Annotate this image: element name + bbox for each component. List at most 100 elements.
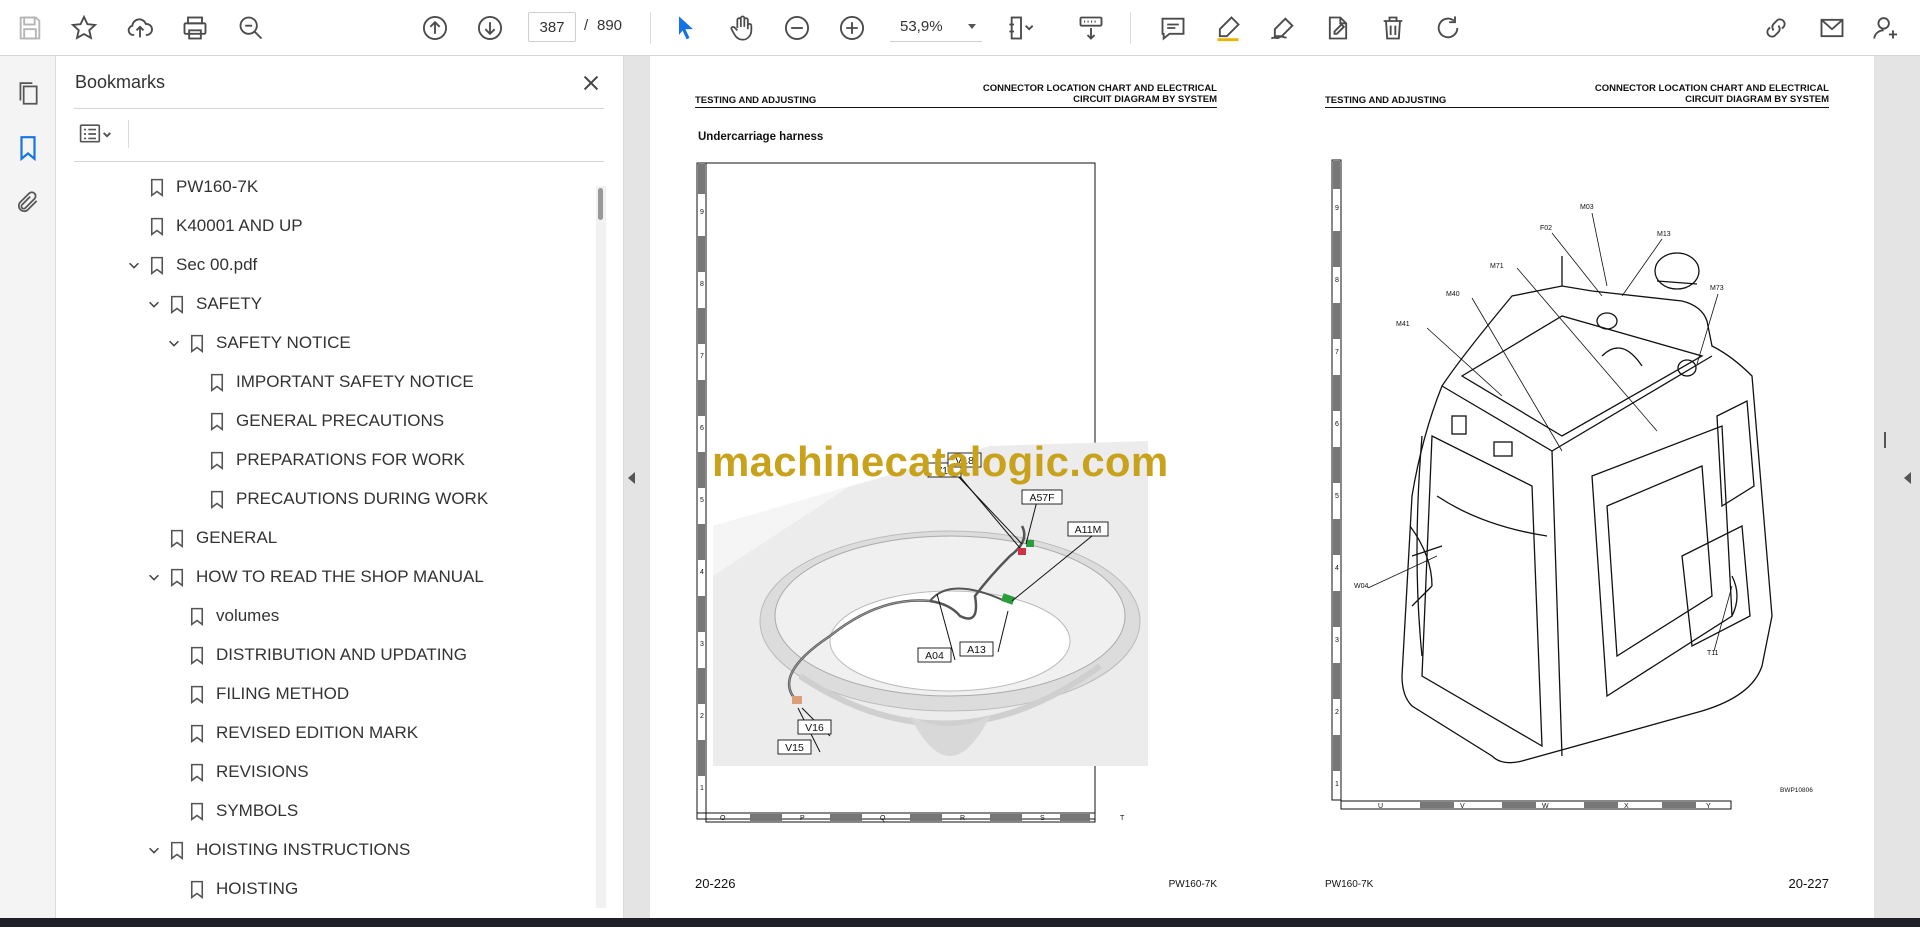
panel-divider <box>74 108 604 109</box>
bookmark-item[interactable]: DISTRIBUTION AND UPDATING <box>164 638 467 672</box>
star-icon[interactable] <box>66 10 102 46</box>
bookmark-icon <box>168 293 186 315</box>
bookmark-item[interactable]: REVISIONS <box>164 755 309 789</box>
bookmark-item[interactable]: GENERAL PRECAUTIONS <box>184 404 444 438</box>
bookmark-item[interactable]: volumes <box>164 599 279 633</box>
bookmark-icon <box>208 488 226 510</box>
bookmark-item[interactable]: Sec 00.pdf <box>124 248 257 282</box>
bookmark-item[interactable]: HOISTING INSTRUCTIONS <box>144 833 410 867</box>
bookmark-item[interactable]: GENERAL <box>144 521 277 555</box>
bookmark-item[interactable]: REVISED EDITION MARK <box>164 716 418 750</box>
bookmark-item[interactable]: HOISTING <box>164 872 298 906</box>
page-total: 890 <box>597 17 623 34</box>
select-cursor-icon[interactable] <box>668 10 704 46</box>
grid-column-label: X <box>1624 803 1629 810</box>
bookmark-item[interactable]: IMPORTANT SAFETY NOTICE <box>184 365 474 399</box>
bookmark-icon <box>188 605 206 627</box>
grid-row-label: 5 <box>1335 493 1339 500</box>
bookmark-item[interactable]: SYMBOLS <box>164 794 298 828</box>
bookmarks-panel: Bookmarks PW160-7K K40001 AND UP Sec 00.pd… <box>56 56 624 918</box>
bookmark-icon <box>168 839 186 861</box>
page-footer-number: 20-227 <box>1788 876 1829 891</box>
expand-right-panel-icon[interactable] <box>1904 472 1911 484</box>
pdf-page-left: TESTING AND ADJUSTING CONNECTOR LOCATION… <box>650 56 1262 918</box>
chevron-down-icon[interactable] <box>164 333 184 353</box>
bookmark-item[interactable]: FILING METHOD <box>164 677 349 711</box>
grid-row-label: 5 <box>700 497 704 504</box>
chevron-down-icon[interactable] <box>144 840 164 860</box>
bookmark-icon <box>188 878 206 900</box>
pdf-page-right: TESTING AND ADJUSTING CONNECTOR LOCATION… <box>1262 56 1874 918</box>
redo-rotate-icon[interactable] <box>1430 10 1466 46</box>
print-icon[interactable] <box>177 10 213 46</box>
add-user-icon[interactable] <box>1868 10 1904 46</box>
bookmark-icon <box>208 410 226 432</box>
chevron-down-icon[interactable] <box>144 294 164 314</box>
attachments-paperclip-icon[interactable] <box>10 184 46 220</box>
page-number-input[interactable] <box>528 12 576 42</box>
bookmark-item[interactable]: PW160-7K <box>124 170 258 204</box>
bookmark-item[interactable]: PREPARATIONS FOR WORK <box>184 443 465 477</box>
bookmark-item[interactable]: SAFETY <box>144 287 262 321</box>
grid-column-label: Q <box>880 815 886 822</box>
zoom-out-icon[interactable] <box>779 10 815 46</box>
share-link-icon[interactable] <box>1758 10 1794 46</box>
upload-cloud-icon[interactable] <box>122 10 158 46</box>
zoom-search-icon[interactable] <box>233 10 269 46</box>
toolbar-divider <box>650 12 651 44</box>
bookmark-label: SAFETY <box>196 294 263 313</box>
scroll-mode-icon[interactable] <box>1073 10 1109 46</box>
callout-label: A11M <box>1075 524 1102 536</box>
bookmark-label: K40001 AND UP <box>176 216 303 235</box>
callout-label: A57F <box>1029 492 1054 504</box>
chevron-down-icon[interactable] <box>144 567 164 587</box>
bookmark-item[interactable]: PRECAUTIONS DURING WORK <box>184 482 488 516</box>
bookmark-label: HOW TO READ THE SHOP MANUAL <box>196 567 484 586</box>
next-page-icon[interactable] <box>472 10 508 46</box>
slewing-ring-illustration <box>713 441 1148 766</box>
bookmark-scrollbar[interactable] <box>596 186 606 908</box>
page-footer-number: 20-226 <box>695 876 736 891</box>
grid-column-label: P <box>800 815 805 822</box>
page-separator: / <box>584 17 589 34</box>
collapse-panel-icon[interactable] <box>628 472 635 484</box>
scrollbar-thumb[interactable] <box>598 188 603 220</box>
page-thumbnails-icon[interactable] <box>10 76 46 112</box>
close-icon[interactable] <box>576 68 606 98</box>
grid-row-label: 8 <box>1335 277 1339 284</box>
zoom-in-icon[interactable] <box>834 10 870 46</box>
bookmark-item[interactable]: SAFETY NOTICE <box>164 326 351 360</box>
pdf-viewer-app: / 890 53,9% <box>0 0 1920 927</box>
bookmark-label: SAFETY NOTICE <box>216 333 351 352</box>
previous-page-icon[interactable] <box>417 10 453 46</box>
bookmark-label: HOISTING <box>216 879 299 898</box>
comment-icon[interactable] <box>1155 10 1191 46</box>
grid-row-label: 2 <box>1335 709 1339 716</box>
bookmark-item[interactable]: HOW TO READ THE SHOP MANUAL <box>144 560 484 594</box>
email-icon[interactable] <box>1814 10 1850 46</box>
chevron-down-icon[interactable] <box>124 255 144 275</box>
bookmark-item[interactable]: K40001 AND UP <box>124 209 303 243</box>
bookmark-icon <box>188 683 206 705</box>
highlight-pen-icon[interactable] <box>1210 10 1246 46</box>
bookmark-options-button[interactable] <box>74 118 118 150</box>
save-icon[interactable] <box>12 10 48 46</box>
grid-column-label: R <box>960 815 965 822</box>
hand-tool-icon[interactable] <box>724 10 760 46</box>
draw-signature-icon[interactable] <box>1265 10 1301 46</box>
bookmark-icon <box>188 761 206 783</box>
grid-column-label: T <box>1120 815 1125 822</box>
grid-row-label: 3 <box>1335 637 1339 644</box>
callout-label: V15 <box>785 742 804 754</box>
page-fit-icon[interactable] <box>1003 10 1039 46</box>
bookmarks-icon[interactable] <box>10 130 46 166</box>
zoom-dropdown[interactable]: 53,9% <box>890 12 982 42</box>
edit-document-icon[interactable] <box>1320 10 1356 46</box>
panel-divider <box>128 120 129 148</box>
delete-trash-icon[interactable] <box>1375 10 1411 46</box>
grid-row-label: 8 <box>700 281 704 288</box>
callout-label: M71 <box>1490 263 1504 270</box>
grid-row-label: 7 <box>700 353 704 360</box>
bookmark-label: volumes <box>216 606 280 625</box>
resize-handle[interactable] <box>1884 432 1886 448</box>
